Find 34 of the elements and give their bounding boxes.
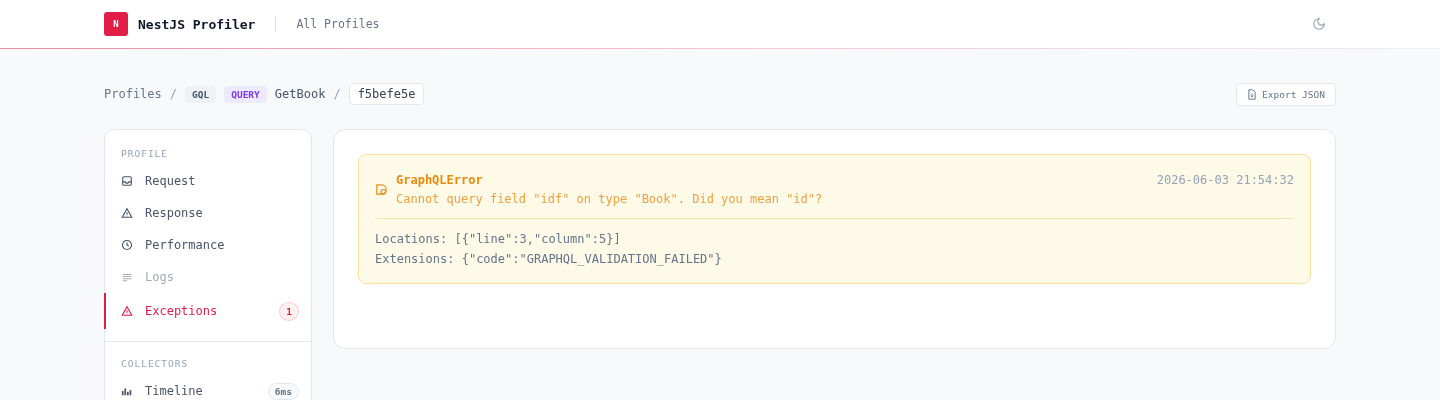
all-profiles-link[interactable]: All Profiles [296,17,380,31]
breadcrumb-link[interactable]: Profiles [104,87,162,101]
file-icon [1247,88,1258,100]
clock-icon [121,239,133,251]
sidebar-item[interactable]: Timeline 6ms [104,375,311,400]
sidebar-item[interactable]: Exceptions 1 [104,293,311,329]
profile-id: f5befe5e [348,83,425,105]
count-badge: 6ms [267,382,299,400]
breadcrumb-separator: / [333,87,341,101]
error-icon [375,183,388,196]
operation-name: GetBook [274,87,326,101]
breadcrumb-separator: / [169,87,178,101]
logo: N [104,12,128,36]
sidebar-item[interactable]: Performance [104,229,311,261]
transport-tag: GQL [185,85,217,103]
exception-message: Cannot query field "idf" on type "Book". Did you mean "id"? [396,192,823,206]
section-heading: PROFILE [120,147,170,161]
count-badge: 1 [279,301,299,321]
warning-icon [121,207,133,219]
sidebar-item[interactable]: Request [104,165,311,197]
exception-detail: Locations: [{"line":3,"column":5}] [375,231,622,248]
exception-detail: Extensions: {"code":"GRAPHQL_VALIDATION_FAILED"} [375,251,723,268]
operation-type-tag: QUERY [224,85,267,103]
sidebar-item[interactable]: Response [104,197,311,229]
timestamp: 2026-06-03 21:54:32 [1156,173,1294,189]
bar-chart-icon [121,385,133,397]
app-title: NestJS Profiler [138,16,256,32]
warning-icon [121,305,133,317]
inbox-icon [121,175,133,187]
exception-name: GraphQLError [396,173,484,187]
lines-icon [121,271,133,283]
export-json-button[interactable]: Export JSON [1236,82,1336,106]
section-heading: COLLECTORS [120,357,190,371]
theme-toggle-icon[interactable] [1312,17,1326,31]
